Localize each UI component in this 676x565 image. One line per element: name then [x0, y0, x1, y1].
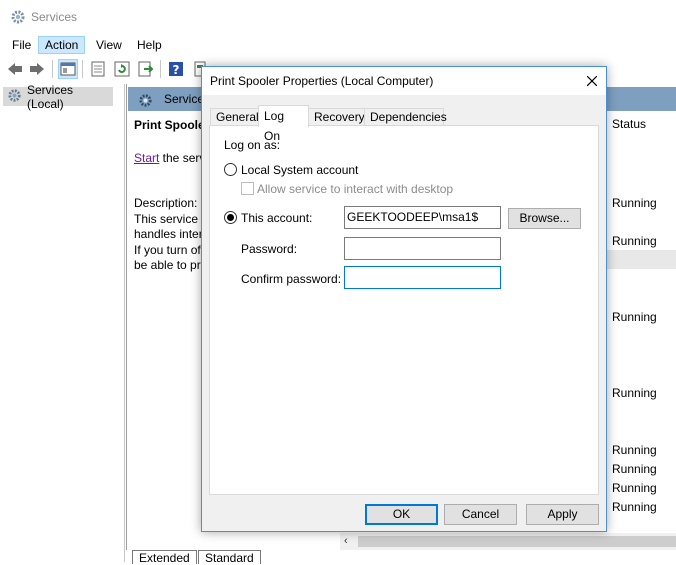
- left-pane: Services (Local): [0, 83, 125, 562]
- refresh-icon[interactable]: [112, 59, 132, 79]
- menu-view[interactable]: View: [90, 36, 128, 54]
- export-icon[interactable]: [136, 59, 156, 79]
- description-line: If you turn of: [134, 242, 201, 257]
- apply-button[interactable]: Apply: [526, 504, 599, 525]
- this-account-label[interactable]: This account:: [241, 211, 312, 225]
- status-cell: Running: [612, 196, 657, 210]
- allow-interact-label: Allow service to interact with desktop: [257, 182, 454, 196]
- local-system-label[interactable]: Local System account: [241, 163, 358, 177]
- confirm-password-input[interactable]: [344, 266, 501, 289]
- description-line: be able to pr: [134, 258, 201, 272]
- browse-button[interactable]: Browse...: [508, 208, 581, 229]
- status-cell: Running: [612, 234, 657, 248]
- forward-icon[interactable]: [27, 59, 47, 79]
- menu-action[interactable]: Action: [38, 36, 86, 54]
- dialog-title: Print Spooler Properties (Local Computer…: [210, 74, 434, 88]
- svg-text:?: ?: [173, 63, 180, 77]
- help-icon[interactable]: ?: [166, 59, 186, 79]
- password-label: Password:: [241, 242, 298, 256]
- horizontal-scrollbar[interactable]: ‹: [340, 533, 676, 550]
- status-cell: Running: [612, 443, 657, 457]
- services-gear-icon: [138, 93, 153, 111]
- description-line: This service s: [134, 211, 208, 226]
- console-tree-icon[interactable]: [58, 59, 78, 79]
- properties-icon[interactable]: [88, 59, 108, 79]
- tree-item-services-local[interactable]: Services (Local): [3, 83, 113, 111]
- password-input[interactable]: [344, 237, 501, 260]
- back-icon[interactable]: [5, 59, 25, 79]
- status-cell: Running: [612, 462, 657, 476]
- services-gear-icon: [7, 88, 22, 106]
- status-cell: Running: [612, 386, 657, 400]
- status-column-header[interactable]: Status: [612, 117, 646, 131]
- account-input[interactable]: GEEKTOODEEP\msa1$: [344, 206, 501, 229]
- properties-dialog: Print Spooler Properties (Local Computer…: [201, 66, 607, 532]
- tab-recovery[interactable]: Recovery: [308, 108, 365, 126]
- start-line: Start the serv: [134, 151, 205, 165]
- menu-bar: File Action View Help: [0, 33, 676, 55]
- status-cell: Running: [612, 310, 657, 324]
- dialog-title-bar: Print Spooler Properties (Local Computer…: [202, 67, 606, 95]
- tab-dependencies[interactable]: Dependencies: [364, 108, 447, 126]
- description-label: Description:: [134, 196, 198, 210]
- description-line: handles inter: [134, 227, 203, 241]
- service-name: Print Spoole: [134, 118, 205, 132]
- title-bar: Services: [0, 0, 676, 33]
- tab-general[interactable]: General: [210, 108, 259, 126]
- scrollbar-thumb[interactable]: [358, 536, 676, 547]
- this-account-radio[interactable]: [224, 211, 237, 224]
- selected-row[interactable]: [606, 250, 676, 269]
- ok-button[interactable]: OK: [365, 504, 438, 525]
- start-line-text: the serv: [159, 151, 206, 165]
- service-description: Description: This service s handles inte…: [134, 196, 207, 274]
- log-on-panel: Log on as: Local System account Allow se…: [209, 125, 599, 495]
- window-title: Services: [31, 10, 78, 24]
- menu-help[interactable]: Help: [131, 36, 168, 54]
- start-service-link[interactable]: Start: [134, 151, 159, 165]
- allow-interact-checkbox[interactable]: [241, 182, 254, 195]
- toolbar-separator: [160, 60, 161, 78]
- menu-file[interactable]: File: [6, 36, 37, 54]
- scroll-left-icon[interactable]: ‹: [344, 535, 348, 547]
- status-cell: Running: [612, 500, 657, 514]
- confirm-password-label: Confirm password:: [241, 272, 342, 286]
- tree-item-label: Services (Local): [27, 82, 74, 111]
- toolbar-separator: [82, 60, 83, 78]
- view-tabs: Extended Standard: [126, 550, 676, 565]
- right-pane-title: Service: [164, 92, 205, 106]
- status-cell: Running: [612, 481, 657, 495]
- tab-log-on[interactable]: Log On: [258, 105, 309, 143]
- services-gear-icon: [10, 9, 26, 25]
- close-icon[interactable]: [582, 71, 602, 91]
- toolbar-separator: [52, 60, 53, 78]
- local-system-radio[interactable]: [224, 163, 237, 176]
- cancel-button[interactable]: Cancel: [444, 504, 517, 525]
